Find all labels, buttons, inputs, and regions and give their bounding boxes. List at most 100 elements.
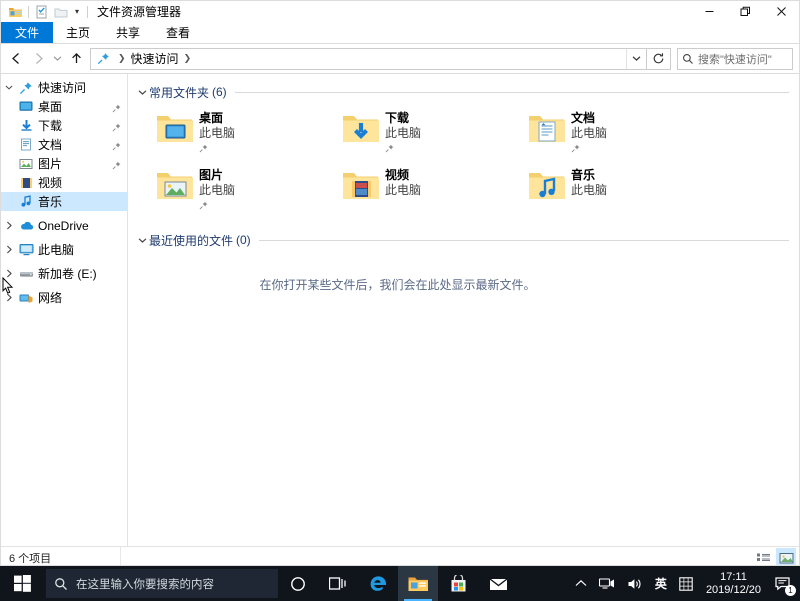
up-button[interactable] xyxy=(65,48,87,70)
sidebar-item-this-pc[interactable]: 此电脑 xyxy=(1,240,127,259)
chevron-right-icon[interactable] xyxy=(1,245,17,254)
breadcrumb-quick-access[interactable]: 快速访问 xyxy=(131,50,179,67)
chevron-right-icon[interactable] xyxy=(1,221,17,230)
close-button[interactable] xyxy=(763,1,799,22)
maximize-restore-button[interactable] xyxy=(727,1,763,22)
sidebar-label-network: 网络 xyxy=(38,291,63,305)
folder-tile-downloads[interactable]: 下载 此电脑 xyxy=(340,107,526,156)
task-view-icon[interactable] xyxy=(318,566,358,601)
pin-icon[interactable] xyxy=(112,140,121,154)
forward-button[interactable] xyxy=(27,48,49,70)
refresh-button[interactable] xyxy=(647,47,671,70)
tab-file[interactable]: 文件 xyxy=(1,22,54,43)
chevron-down-icon[interactable] xyxy=(136,89,149,96)
pin-icon[interactable] xyxy=(199,199,235,213)
search-input[interactable]: 搜索"快速访问" xyxy=(677,47,793,70)
taskbar-search-input[interactable]: 在这里输入你要搜索的内容 xyxy=(46,569,278,598)
chevron-down-icon[interactable] xyxy=(136,237,149,244)
show-hidden-icons-button[interactable] xyxy=(569,566,593,601)
folder-location: 此电脑 xyxy=(571,126,608,140)
desktop-icon xyxy=(17,100,35,113)
qat-new-folder-icon[interactable] xyxy=(51,2,70,21)
qat-folder-icon[interactable] xyxy=(6,2,25,21)
sidebar-label-music: 音乐 xyxy=(38,195,63,209)
quick-access-star-icon xyxy=(91,52,113,65)
volume-tray-icon[interactable] xyxy=(621,566,649,601)
recent-files-empty-message: 在你打开某些文件后，我们会在此处显示最新文件。 xyxy=(259,278,536,292)
taskbar-clock[interactable]: 17:11 2019/12/20 xyxy=(699,566,768,601)
sidebar-item-downloads[interactable]: 下载 xyxy=(1,116,127,135)
folder-tile-desktop[interactable]: 桌面 此电脑 xyxy=(154,107,340,156)
download-icon xyxy=(17,119,35,132)
recent-files-count: (0) xyxy=(236,233,251,247)
notification-center-button[interactable]: 1 xyxy=(768,566,798,601)
folder-pictures-icon xyxy=(156,167,194,205)
sidebar-item-quick-access[interactable]: 快速访问 xyxy=(1,78,127,97)
breadcrumb-separator-icon: ❯ xyxy=(118,53,126,63)
folder-tile-meta: 下载 此电脑 xyxy=(380,110,421,156)
pin-icon[interactable] xyxy=(112,159,121,173)
folder-tile-videos[interactable]: 视频 此电脑 xyxy=(340,164,526,213)
cortana-icon[interactable] xyxy=(278,566,318,601)
search-icon xyxy=(46,577,76,591)
microsoft-store-icon[interactable] xyxy=(438,566,478,601)
pin-icon[interactable] xyxy=(112,102,121,116)
sidebar-item-onedrive[interactable]: OneDrive xyxy=(1,216,127,235)
folder-tile-music[interactable]: 音乐 此电脑 xyxy=(526,164,712,213)
large-icons-view-button[interactable] xyxy=(776,548,796,565)
window-title: 文件资源管理器 xyxy=(97,5,182,19)
sidebar-item-network[interactable]: 网络 xyxy=(1,288,127,307)
pin-icon[interactable] xyxy=(385,142,421,156)
folder-tile-pictures[interactable]: 图片 此电脑 xyxy=(154,164,340,213)
recent-locations-icon[interactable] xyxy=(49,48,65,70)
chevron-down-icon[interactable] xyxy=(1,84,17,91)
address-bar[interactable]: ❯ 快速访问 ❯ xyxy=(90,47,647,70)
sidebar-item-videos[interactable]: 视频 xyxy=(1,173,127,192)
mail-icon[interactable] xyxy=(478,566,518,601)
navigation-pane: 快速访问 桌面 下载 文档 图片 视频 音乐 OneDrive 此电脑 新加卷 … xyxy=(1,74,128,546)
sidebar-item-desktop[interactable]: 桌面 xyxy=(1,97,127,116)
item-count-label: 6 个项目 xyxy=(1,547,121,565)
folder-downloads-icon xyxy=(342,110,380,148)
folder-videos-icon xyxy=(342,167,380,205)
start-icon[interactable] xyxy=(0,566,44,601)
folder-documents-icon xyxy=(528,110,566,148)
quick-access-toolbar: ▾ xyxy=(1,1,91,22)
frequent-folders-header[interactable]: 常用文件夹 (6) xyxy=(136,83,789,101)
chevron-right-icon[interactable] xyxy=(1,269,17,278)
file-explorer-icon[interactable] xyxy=(398,566,438,601)
navigation-bar: ❯ 快速访问 ❯ 搜索"快速访问" xyxy=(1,44,799,73)
details-view-button[interactable] xyxy=(753,548,773,565)
folder-name: 桌面 xyxy=(199,111,224,125)
folder-location: 此电脑 xyxy=(199,126,236,140)
folder-desktop-icon xyxy=(156,110,194,148)
recent-files-header[interactable]: 最近使用的文件 (0) xyxy=(136,231,789,249)
network-icon xyxy=(17,292,35,304)
tab-home[interactable]: 主页 xyxy=(53,22,103,43)
folder-tile-documents[interactable]: 文档 此电脑 xyxy=(526,107,712,156)
pin-icon[interactable] xyxy=(112,121,121,135)
pin-icon[interactable] xyxy=(199,142,235,156)
sidebar-item-pictures[interactable]: 图片 xyxy=(1,154,127,173)
chevron-right-icon[interactable] xyxy=(1,293,17,302)
qat-dropdown-icon[interactable]: ▾ xyxy=(70,2,84,21)
qat-properties-icon[interactable] xyxy=(32,2,51,21)
edge-icon[interactable] xyxy=(358,566,398,601)
network-tray-icon[interactable] xyxy=(593,566,621,601)
title-bar: ▾ 文件资源管理器 xyxy=(1,1,799,22)
ime-pad-icon[interactable] xyxy=(673,566,699,601)
back-button[interactable] xyxy=(5,48,27,70)
sidebar-item-music[interactable]: 音乐 xyxy=(1,192,127,211)
address-dropdown-icon[interactable] xyxy=(626,48,646,69)
breadcrumb-separator-2-icon[interactable]: ❯ xyxy=(179,53,197,64)
tab-share[interactable]: 共享 xyxy=(103,22,153,43)
sidebar-item-documents[interactable]: 文档 xyxy=(1,135,127,154)
sidebar-label-documents: 文档 xyxy=(38,138,63,152)
minimize-button[interactable] xyxy=(691,1,727,22)
ime-language-indicator[interactable]: 英 xyxy=(649,566,673,601)
tab-view[interactable]: 查看 xyxy=(153,22,203,43)
pin-icon[interactable] xyxy=(571,142,607,156)
sidebar-item-drive-e[interactable]: 新加卷 (E:) xyxy=(1,264,127,283)
title-separator xyxy=(87,5,88,18)
ribbon-tab-bar: 文件 主页 共享 查看 xyxy=(1,22,799,44)
